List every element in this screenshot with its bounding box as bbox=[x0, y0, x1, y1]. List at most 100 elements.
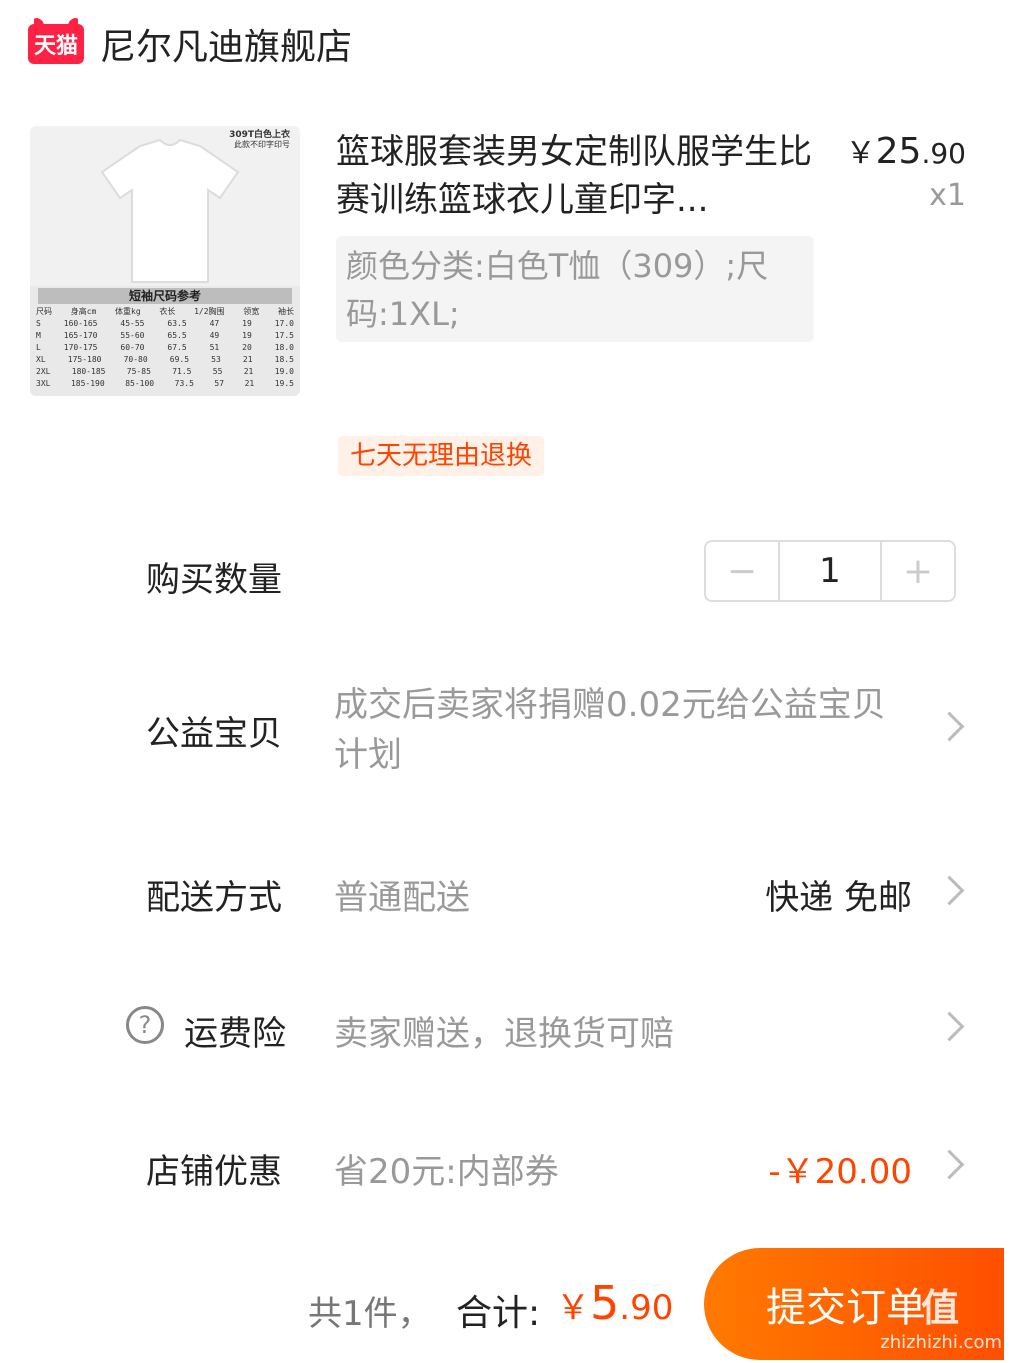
size-chart-cell: 71.5 bbox=[172, 367, 192, 376]
size-chart-cell: 2XL bbox=[36, 367, 51, 376]
size-chart-cell: 尺码 bbox=[36, 307, 52, 316]
return-tag: 七天无理由退换 bbox=[338, 436, 545, 476]
total-dec: .90 bbox=[619, 1288, 674, 1328]
quantity-label: 购买数量 bbox=[146, 560, 282, 600]
size-chart-cell: 袖长 bbox=[277, 307, 294, 316]
size-chart-cell: 19.0 bbox=[274, 367, 294, 376]
sku-info[interactable]: 颜色分类:白色T恤（309）;尺码:1XL; bbox=[336, 236, 814, 342]
size-chart-cell: 领宽 bbox=[243, 307, 260, 316]
size-chart-cell: 21 bbox=[244, 379, 255, 388]
size-chart-row: 3XL 185-190 85-100 73.5 57 21 19.5 bbox=[36, 378, 294, 390]
chevron-right-icon bbox=[934, 875, 965, 906]
total-price: ￥5.90 bbox=[556, 1276, 673, 1330]
size-chart-cell: 19 bbox=[242, 319, 252, 328]
size-chart-cell: 1/2胸围 bbox=[194, 307, 225, 316]
size-chart-cell: 55-60 bbox=[120, 331, 145, 340]
size-chart-cell: 20 bbox=[242, 343, 252, 352]
size-chart-row: XL 175-180 70-80 69.5 53 21 18.5 bbox=[36, 354, 294, 366]
product-title[interactable]: 篮球服套装男女定制队服学生比赛训练篮球衣儿童印字... bbox=[336, 128, 814, 224]
size-chart-cell: 51 bbox=[209, 343, 220, 352]
size-chart-cell: 3XL bbox=[36, 379, 51, 388]
total-label: 合计: bbox=[456, 1293, 541, 1334]
size-chart-cell: 57 bbox=[214, 379, 225, 388]
price-dec: .90 bbox=[921, 137, 966, 170]
tshirt-icon bbox=[100, 138, 240, 283]
size-chart-row: 2XL 180-185 75-85 71.5 55 21 19.0 bbox=[36, 366, 294, 378]
size-chart-cell: 73.5 bbox=[174, 379, 194, 388]
size-chart-cell: 185-190 bbox=[70, 379, 105, 388]
size-chart-cell: S bbox=[36, 319, 41, 328]
discount-amount: -￥20.00 bbox=[768, 1152, 912, 1192]
size-chart-cell: L bbox=[36, 343, 41, 352]
delivery-value: 普通配送 bbox=[334, 878, 470, 918]
size-chart-row: M 165-170 55-60 65.5 49 19 17.5 bbox=[36, 330, 294, 342]
watermark-logo: 值 bbox=[921, 1286, 962, 1330]
discount-label: 店铺优惠 bbox=[146, 1152, 282, 1192]
image-caption: 309T白色上衣 此款不印字印号 bbox=[229, 130, 290, 150]
size-chart-cell: 70-80 bbox=[123, 355, 148, 364]
size-chart-cell: 21 bbox=[242, 355, 253, 364]
delivery-method: 快递 免邮 bbox=[765, 878, 912, 918]
size-chart-cell: 21 bbox=[243, 367, 254, 376]
size-chart-cell: 49 bbox=[209, 331, 220, 340]
store-name: 尼尔凡迪旗舰店 bbox=[100, 27, 353, 68]
size-chart-cell: 160-165 bbox=[63, 319, 98, 328]
price-int: 25 bbox=[875, 131, 922, 172]
size-chart-rows: 尺码 身高cm 体重kg 衣长 1/2胸围 领宽 袖长 S 160-165 45-55 63.5 47… bbox=[30, 304, 300, 392]
size-chart-cell: 67.5 bbox=[167, 343, 187, 352]
product-quantity: x1 bbox=[929, 178, 966, 213]
size-chart-cell: M bbox=[36, 331, 41, 340]
size-chart-cell: 180-185 bbox=[71, 367, 106, 376]
image-caption-2: 此款不印字印号 bbox=[234, 140, 290, 149]
total-symbol: ￥ bbox=[556, 1288, 590, 1328]
tmall-logo-icon: 天猫 bbox=[28, 18, 84, 64]
size-chart-cell: 53 bbox=[211, 355, 221, 364]
size-chart-cell: 17.0 bbox=[274, 319, 294, 328]
insurance-label: 运费险 bbox=[184, 1014, 286, 1054]
size-chart-cell: 衣长 bbox=[159, 307, 176, 316]
size-chart-cell: 69.5 bbox=[169, 355, 190, 364]
quantity-value[interactable]: 1 bbox=[778, 542, 882, 600]
checkout-bar: 共1件， 合计: ￥5.90 提交订单 值 zhizhizhi.com bbox=[0, 1240, 1012, 1363]
size-chart-cell: 19 bbox=[242, 331, 252, 340]
size-chart-cell: 75-85 bbox=[126, 367, 151, 376]
size-chart-row: 尺码 身高cm 体重kg 衣长 1/2胸围 领宽 袖长 bbox=[36, 306, 294, 318]
delivery-label: 配送方式 bbox=[146, 878, 282, 918]
size-chart-row: L 170-175 60-70 67.5 51 20 18.0 bbox=[36, 342, 294, 354]
size-chart-cell: 17.5 bbox=[274, 331, 294, 340]
size-chart-cell: 63.5 bbox=[167, 319, 187, 328]
size-chart-cell: 身高cm bbox=[70, 307, 97, 316]
size-chart-cell: 47 bbox=[209, 319, 220, 328]
image-caption-1: 309T白色上衣 bbox=[229, 130, 290, 140]
quantity-stepper[interactable]: − 1 + bbox=[704, 540, 956, 602]
charity-label: 公益宝贝 bbox=[146, 714, 282, 754]
size-chart-cell: 85-100 bbox=[125, 379, 155, 388]
size-chart-cell: 18.0 bbox=[274, 343, 294, 352]
watermark: 值 zhizhizhi.com bbox=[880, 1277, 1002, 1353]
size-chart: 短袖尺码参考 尺码 身高cm 体重kg 衣长 1/2胸围 领宽 袖长 S 160-165 45-5… bbox=[30, 286, 300, 396]
chevron-right-icon bbox=[934, 1149, 965, 1180]
help-icon[interactable]: ? bbox=[126, 1006, 164, 1044]
size-chart-cell: XL bbox=[36, 355, 46, 364]
watermark-url: zhizhizhi.com bbox=[880, 1332, 1002, 1353]
chevron-right-icon bbox=[934, 1011, 965, 1042]
size-chart-cell: 55 bbox=[212, 367, 223, 376]
product-image[interactable]: 309T白色上衣 此款不印字印号 短袖尺码参考 尺码 身高cm 体重kg 衣长 1/2胸… bbox=[30, 126, 300, 396]
size-chart-cell: 165-170 bbox=[63, 331, 98, 340]
size-chart-cell: 19.5 bbox=[274, 379, 294, 388]
size-chart-row: S 160-165 45-55 63.5 47 19 17.0 bbox=[36, 318, 294, 330]
minus-button[interactable]: − bbox=[706, 542, 778, 600]
plus-button[interactable]: + bbox=[882, 542, 954, 600]
discount-value: 省20元:内部券 bbox=[334, 1152, 559, 1192]
size-chart-cell: 45-55 bbox=[120, 319, 145, 328]
price-symbol: ￥ bbox=[845, 136, 876, 171]
size-chart-cell: 170-175 bbox=[63, 343, 98, 352]
size-chart-cell: 60-70 bbox=[120, 343, 145, 352]
price-column: ￥25.90 x1 bbox=[846, 128, 966, 213]
size-chart-cell: 175-180 bbox=[67, 355, 102, 364]
insurance-value: 卖家赠送，退换货可赔 bbox=[334, 1014, 674, 1054]
product-price: ￥25.90 bbox=[846, 128, 966, 172]
chevron-right-icon bbox=[934, 711, 965, 742]
item-count: 共1件， bbox=[308, 1294, 432, 1334]
store-header[interactable]: 天猫 尼尔凡迪旗舰店 bbox=[28, 18, 352, 70]
